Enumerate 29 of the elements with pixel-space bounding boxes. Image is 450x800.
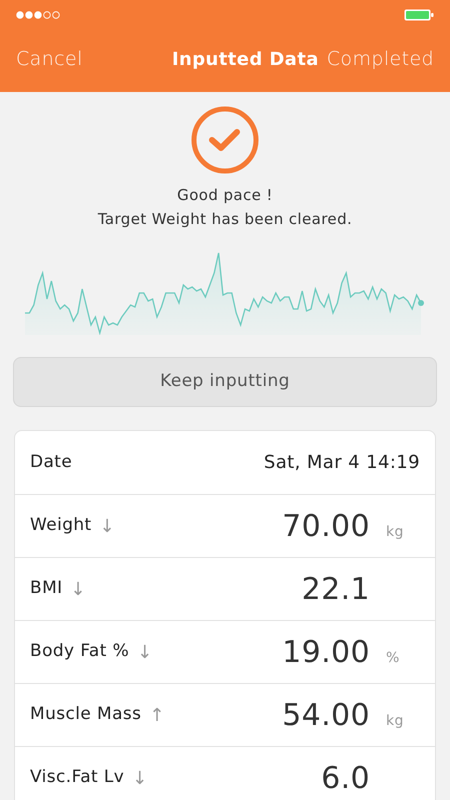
date-value: Sat, Mar 4 14:19 [264, 451, 420, 475]
completed-button[interactable]: Completed [326, 44, 434, 74]
trend-arrow: ↑ [149, 704, 165, 728]
message-text: Good pace ! [177, 185, 273, 206]
cancel-button[interactable]: Cancel [16, 44, 83, 74]
screen-title: Inputted Data [172, 48, 319, 72]
row-label: Weight [30, 514, 92, 538]
unit-label: % [386, 650, 400, 666]
measure-value: 54.00 [282, 696, 370, 734]
unit-label: kg [386, 712, 404, 728]
trend-arrow: ↓ [100, 514, 116, 538]
trend-arrow: ↓ [132, 766, 148, 790]
row-label: Muscle Mass [30, 703, 142, 726]
measure-value: 22.1 [302, 570, 370, 608]
row-label: Visc.Fat Lv [30, 766, 124, 790]
measure-value: 70.00 [282, 508, 370, 546]
unit-label: kg [386, 524, 404, 540]
measure-value: 19.00 [282, 634, 370, 672]
message-text: Target Weight has been cleared. [98, 209, 352, 230]
check-circle-icon [190, 105, 260, 175]
signal-icon [16, 11, 62, 19]
measure-value: 6.0 [321, 760, 370, 798]
row-label: BMI [30, 577, 63, 600]
row-label: Date [30, 450, 72, 474]
battery-icon [404, 9, 434, 21]
keep-inputting-button[interactable]: Keep inputting [13, 357, 437, 407]
trend-arrow: ↓ [70, 578, 86, 602]
row-label: Body Fat % [30, 640, 130, 664]
trend-arrow: ↓ [137, 640, 153, 664]
